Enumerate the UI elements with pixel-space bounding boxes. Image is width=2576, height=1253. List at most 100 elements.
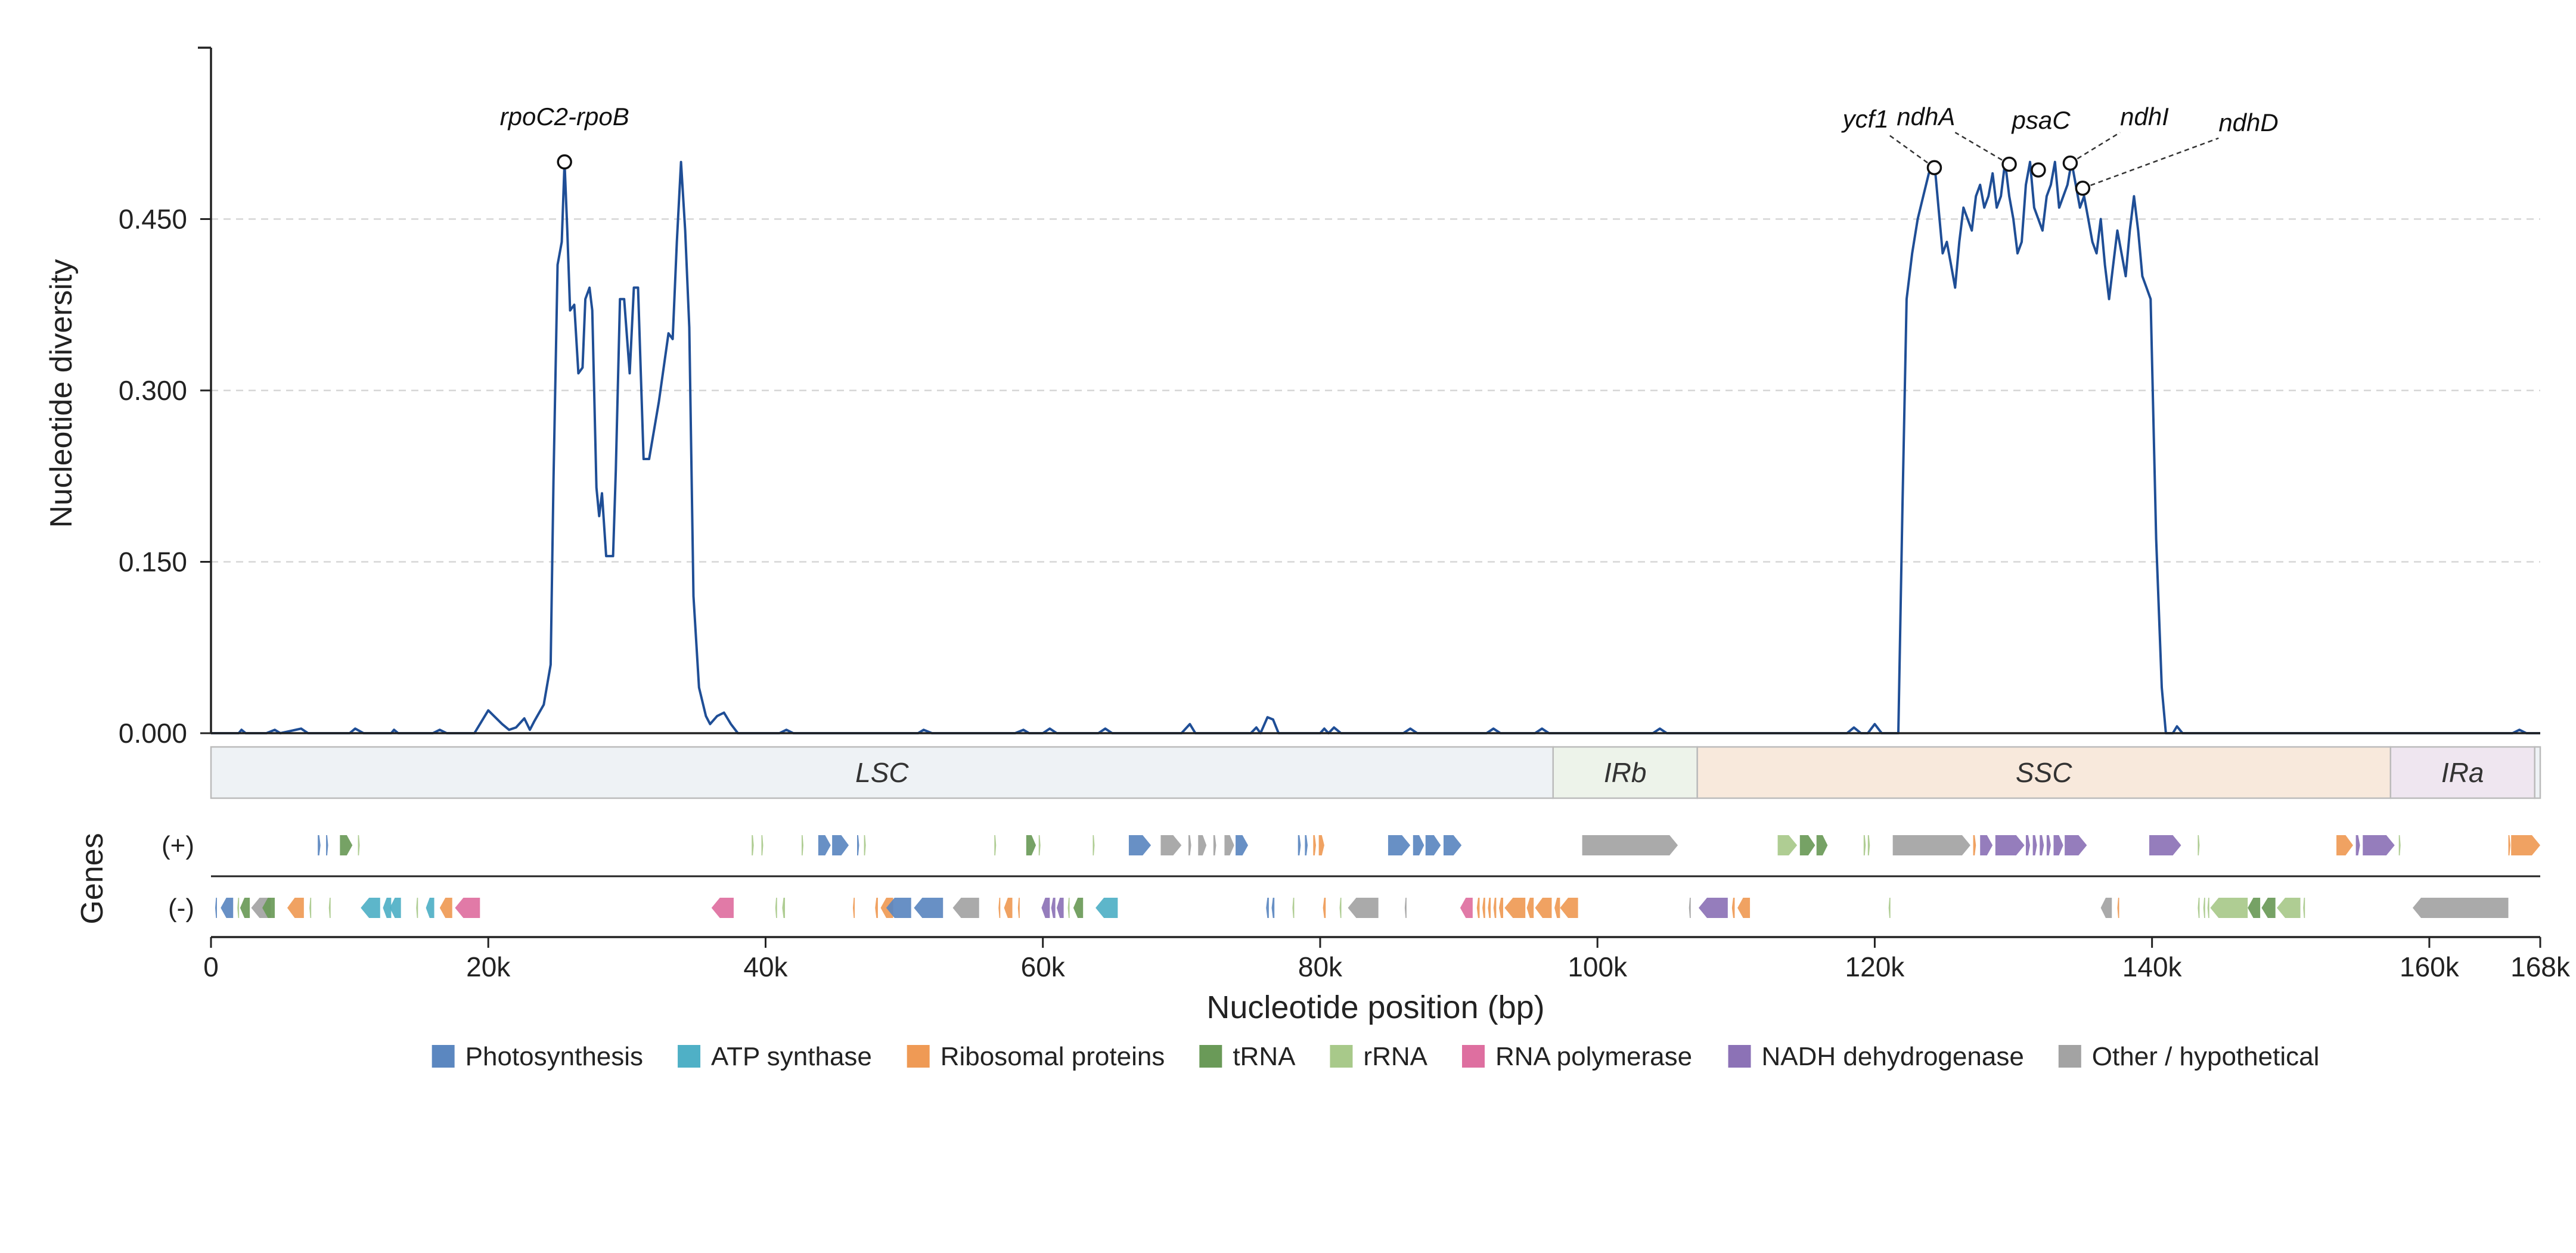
axes: 0.000 0.150 0.300 0.450 0 20k 40k 60k 80k 100k 120… xyxy=(119,46,2571,982)
gene-block xyxy=(2025,835,2030,855)
gene-block xyxy=(2198,898,2200,918)
gene-block xyxy=(309,898,312,918)
gene-block xyxy=(1689,898,1691,918)
legend-swatch xyxy=(678,1045,701,1068)
y-axis-label: Nucleotide diversity xyxy=(44,259,79,528)
gene-block xyxy=(1073,898,1084,918)
gene-block xyxy=(2100,898,2112,918)
gene-block xyxy=(1323,898,1326,918)
x-tick-label: 168k xyxy=(2510,951,2571,982)
gene-block xyxy=(2040,835,2044,855)
y-tick-label: 0.000 xyxy=(119,718,187,749)
gene-block xyxy=(1892,835,1970,855)
gene-block xyxy=(1404,898,1407,918)
gene-block xyxy=(1413,835,1424,855)
gene-block xyxy=(221,898,234,918)
gene-block xyxy=(2303,898,2305,918)
gene-block xyxy=(2117,898,2119,918)
gene-block xyxy=(2336,835,2353,855)
x-tick-label: 100k xyxy=(1568,951,1628,982)
gene-block xyxy=(1188,835,1191,855)
gene-block xyxy=(1504,898,1526,918)
legend-item: rRNA xyxy=(1330,1042,1428,1071)
gene-block xyxy=(1266,898,1269,918)
strand-label-plus: (+) xyxy=(162,831,194,860)
gene-block xyxy=(1213,835,1216,855)
diversity-line xyxy=(211,160,2540,734)
gene-block xyxy=(1160,835,1182,855)
legend-item: Photosynthesis xyxy=(432,1042,643,1071)
gene-block xyxy=(2398,835,2401,855)
peak-marker xyxy=(557,154,572,170)
gene-block xyxy=(832,835,849,855)
legend-label: Other / hypothetical xyxy=(2092,1042,2320,1071)
gene-block xyxy=(914,898,944,918)
peak-label: ndhI xyxy=(2120,103,2169,131)
gene-block xyxy=(1777,835,1798,855)
gene-block xyxy=(1051,898,1056,918)
gene-block xyxy=(1271,898,1275,918)
gene-block xyxy=(1313,835,1316,855)
gene-block xyxy=(1560,898,1578,918)
legend-label: RNA polymerase xyxy=(1495,1042,1692,1071)
gene-block xyxy=(1318,835,1324,855)
annotation-leader xyxy=(2082,137,2219,189)
gene-block xyxy=(1224,835,1234,855)
gene-block xyxy=(801,835,803,855)
peak-marker xyxy=(2075,181,2091,196)
gene-block xyxy=(1004,898,1013,918)
legend-item: NADH dehydrogenase xyxy=(1728,1042,2024,1071)
gene-block xyxy=(2248,898,2261,918)
gene-block xyxy=(1535,898,1552,918)
gene-block xyxy=(1388,835,1411,855)
x-tick-label: 20k xyxy=(466,951,511,982)
gene-block xyxy=(1056,898,1064,918)
diversity-chart: LSC IRb SSC IRa (+) (-) rpoC2-rpoB ycf1 ndhA ps… xyxy=(44,46,2571,1071)
gene-block xyxy=(2207,898,2209,918)
region-label: LSC xyxy=(855,757,909,788)
region-lsc: LSC xyxy=(210,746,1554,799)
legend-swatch xyxy=(1199,1045,1222,1068)
gene-block xyxy=(1425,835,1441,855)
gene-block xyxy=(1488,898,1491,918)
gene-block xyxy=(2053,835,2063,855)
gene-block xyxy=(287,898,304,918)
x-tick-label: 40k xyxy=(743,951,788,982)
gene-block xyxy=(1973,835,1976,855)
gene-block xyxy=(2032,835,2037,855)
gene-block xyxy=(1026,835,1036,855)
legend-item: ATP synthase xyxy=(678,1042,872,1071)
legend-swatch xyxy=(1330,1045,1353,1068)
legend-label: tRNA xyxy=(1233,1042,1296,1071)
gene-block xyxy=(1476,898,1480,918)
region-irb: IRb xyxy=(1552,746,1698,799)
legend-item: Other / hypothetical xyxy=(2058,1042,2320,1071)
legend-label: ATP synthase xyxy=(711,1042,872,1071)
gene-block xyxy=(340,835,353,855)
legend-swatch xyxy=(1461,1045,1485,1068)
gene-block xyxy=(1554,898,1560,918)
legend-label: Photosynthesis xyxy=(465,1042,643,1071)
legend-swatch xyxy=(907,1045,930,1068)
legend-item: tRNA xyxy=(1199,1042,1296,1071)
gene-block xyxy=(2511,835,2540,855)
gene-block xyxy=(1348,898,1379,918)
legend-label: rRNA xyxy=(1363,1042,1427,1071)
gene-block xyxy=(1236,835,1248,855)
peak-marker xyxy=(2001,156,2017,172)
gene-block xyxy=(1582,835,1678,855)
gene-block xyxy=(1816,835,1828,855)
gene-block xyxy=(426,898,434,918)
gene-block xyxy=(2261,898,2276,918)
gene-block xyxy=(2508,835,2510,855)
gene-tracks: (+) (-) xyxy=(162,831,2540,923)
gene-block xyxy=(2355,835,2360,855)
peak-annotation: ndhA xyxy=(1897,103,2017,172)
gene-block xyxy=(1888,898,1891,918)
gene-block xyxy=(1526,898,1534,918)
gene-block xyxy=(1980,835,1993,855)
x-tick-label: 120k xyxy=(1845,951,1905,982)
gene-block xyxy=(752,835,754,855)
gene-block xyxy=(2277,898,2301,918)
gene-block xyxy=(2203,898,2205,918)
